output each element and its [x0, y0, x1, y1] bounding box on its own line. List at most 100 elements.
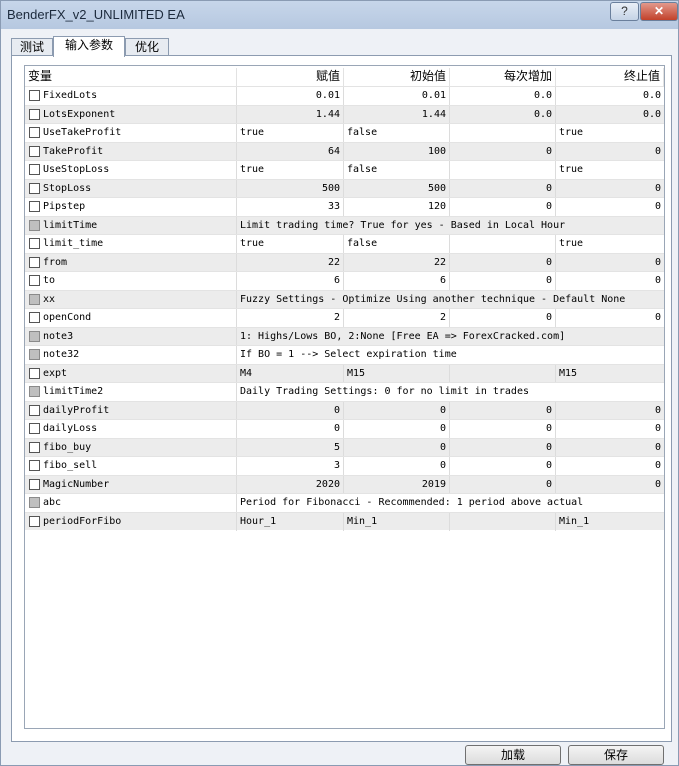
optimize-checkbox[interactable]: [29, 275, 40, 286]
param-start-cell[interactable]: 120: [344, 198, 450, 216]
param-step-cell[interactable]: 0: [450, 475, 556, 494]
table-row[interactable]: dailyLoss 0 0 0 0: [25, 419, 664, 438]
tab-inputs[interactable]: 输入参数: [53, 36, 125, 57]
optimize-checkbox[interactable]: [29, 312, 40, 323]
parameters-table[interactable]: 变量 赋值 初始值 每次增加 终止值 FixedLots 0.01 0.01 0.0 0…: [24, 65, 665, 729]
param-step-cell[interactable]: 0: [450, 420, 556, 438]
optimize-checkbox[interactable]: [29, 367, 40, 379]
param-value-cell[interactable]: 0.01: [237, 87, 344, 105]
param-value-cell[interactable]: 0: [237, 420, 344, 438]
table-row[interactable]: UseTakeProfit true false true: [25, 123, 664, 142]
table-row[interactable]: LotsExponent 1.44 1.44 0.0 0.0: [25, 104, 664, 124]
header-value[interactable]: 赋值: [237, 68, 344, 86]
param-start-cell[interactable]: false: [344, 235, 450, 253]
close-button[interactable]: ✕: [640, 2, 678, 21]
param-step-cell[interactable]: 0.0: [450, 105, 556, 124]
param-step-cell[interactable]: 0: [450, 253, 556, 272]
table-row[interactable]: fibo_buy 5 0 0 0: [25, 437, 664, 457]
param-step-cell[interactable]: 0: [450, 272, 556, 290]
table-row[interactable]: UseStopLoss true false true: [25, 160, 664, 179]
table-row[interactable]: dailyProfit 0 0 0 0: [25, 400, 664, 420]
param-step-cell[interactable]: 0: [450, 457, 556, 475]
param-stop-cell[interactable]: 0: [556, 180, 664, 198]
table-row[interactable]: TakeProfit 64 100 0 0: [25, 141, 664, 161]
param-start-cell[interactable]: 0: [344, 438, 450, 457]
table-row[interactable]: expt M4 M15 M15: [25, 363, 664, 383]
param-stop-cell[interactable]: 0: [556, 402, 664, 420]
param-step-cell[interactable]: [450, 512, 556, 531]
table-row[interactable]: limitTime Limit trading time? True for ye…: [25, 215, 664, 235]
param-value-cell[interactable]: 6: [237, 272, 344, 290]
param-value-cell[interactable]: true: [237, 161, 344, 179]
optimize-checkbox[interactable]: [29, 201, 40, 212]
param-stop-cell[interactable]: Min_1: [556, 513, 664, 531]
param-stop-cell[interactable]: 0: [556, 198, 664, 216]
header-stop[interactable]: 终止值: [556, 68, 664, 86]
param-stop-cell[interactable]: M15: [556, 365, 664, 383]
table-row[interactable]: note3 1: Highs/Lows BO, 2:None [Free EA =…: [25, 326, 664, 346]
param-value-cell[interactable]: 2: [237, 309, 344, 327]
optimize-checkbox[interactable]: [29, 256, 40, 268]
param-start-cell[interactable]: M15: [344, 364, 450, 383]
param-stop-cell[interactable]: 0: [556, 254, 664, 272]
param-step-cell[interactable]: [450, 364, 556, 383]
param-start-cell[interactable]: 0: [344, 420, 450, 438]
optimize-checkbox[interactable]: [29, 515, 40, 527]
param-start-cell[interactable]: 6: [344, 272, 450, 290]
table-row[interactable]: openCond 2 2 0 0: [25, 308, 664, 327]
header-variable[interactable]: 变量: [25, 68, 237, 86]
param-value-cell[interactable]: 1.44: [237, 105, 344, 124]
param-stop-cell[interactable]: true: [556, 235, 664, 253]
table-row[interactable]: Pipstep 33 120 0 0: [25, 197, 664, 216]
table-row[interactable]: note32 If BO = 1 --> Select expiration ti…: [25, 345, 664, 364]
param-start-cell[interactable]: 1.44: [344, 105, 450, 124]
param-step-cell[interactable]: 0: [450, 142, 556, 161]
optimize-checkbox[interactable]: [29, 127, 40, 138]
table-row[interactable]: to 6 6 0 0: [25, 271, 664, 290]
table-row[interactable]: fibo_sell 3 0 0 0: [25, 456, 664, 475]
param-start-cell[interactable]: false: [344, 124, 450, 142]
table-row[interactable]: xx Fuzzy Settings - Optimize Using anothe…: [25, 289, 664, 309]
help-button[interactable]: ?: [610, 2, 639, 21]
param-stop-cell[interactable]: 0: [556, 143, 664, 161]
tab-optimization[interactable]: 优化: [125, 38, 169, 56]
param-step-cell[interactable]: [450, 235, 556, 253]
optimize-checkbox[interactable]: [29, 460, 40, 471]
param-stop-cell[interactable]: 0.0: [556, 87, 664, 105]
table-row[interactable]: FixedLots 0.01 0.01 0.0 0.0: [25, 86, 664, 105]
param-value-cell[interactable]: M4: [237, 364, 344, 383]
param-start-cell[interactable]: 22: [344, 253, 450, 272]
save-button[interactable]: 保存: [568, 745, 664, 765]
optimize-checkbox[interactable]: [29, 108, 40, 120]
param-stop-cell[interactable]: 0: [556, 420, 664, 438]
header-start[interactable]: 初始值: [344, 68, 450, 86]
optimize-checkbox[interactable]: [29, 90, 40, 101]
param-value-cell[interactable]: 500: [237, 179, 344, 198]
table-row[interactable]: MagicNumber 2020 2019 0 0: [25, 474, 664, 494]
param-value-cell[interactable]: 5: [237, 438, 344, 457]
param-stop-cell[interactable]: 0: [556, 272, 664, 290]
optimize-checkbox[interactable]: [29, 423, 40, 434]
optimize-checkbox[interactable]: [29, 164, 40, 175]
param-start-cell[interactable]: 0: [344, 401, 450, 420]
param-step-cell[interactable]: [450, 124, 556, 142]
optimize-checkbox[interactable]: [29, 478, 40, 490]
param-start-cell[interactable]: 2019: [344, 475, 450, 494]
param-start-cell[interactable]: false: [344, 161, 450, 179]
param-start-cell[interactable]: 0: [344, 457, 450, 475]
param-value-cell[interactable]: 2020: [237, 475, 344, 494]
optimize-checkbox[interactable]: [29, 238, 40, 249]
param-value-cell[interactable]: Hour_1: [237, 512, 344, 531]
optimize-checkbox[interactable]: [29, 182, 40, 194]
param-value-cell[interactable]: true: [237, 235, 344, 253]
table-row[interactable]: StopLoss 500 500 0 0: [25, 178, 664, 198]
table-row[interactable]: periodForFibo Hour_1 Min_1 Min_1: [25, 511, 664, 531]
param-step-cell[interactable]: 0: [450, 309, 556, 327]
param-stop-cell[interactable]: 0: [556, 309, 664, 327]
param-step-cell[interactable]: 0: [450, 198, 556, 216]
param-stop-cell[interactable]: true: [556, 161, 664, 179]
optimize-checkbox[interactable]: [29, 404, 40, 416]
param-step-cell[interactable]: 0.0: [450, 87, 556, 105]
param-stop-cell[interactable]: 0.0: [556, 106, 664, 124]
optimize-checkbox[interactable]: [29, 145, 40, 157]
